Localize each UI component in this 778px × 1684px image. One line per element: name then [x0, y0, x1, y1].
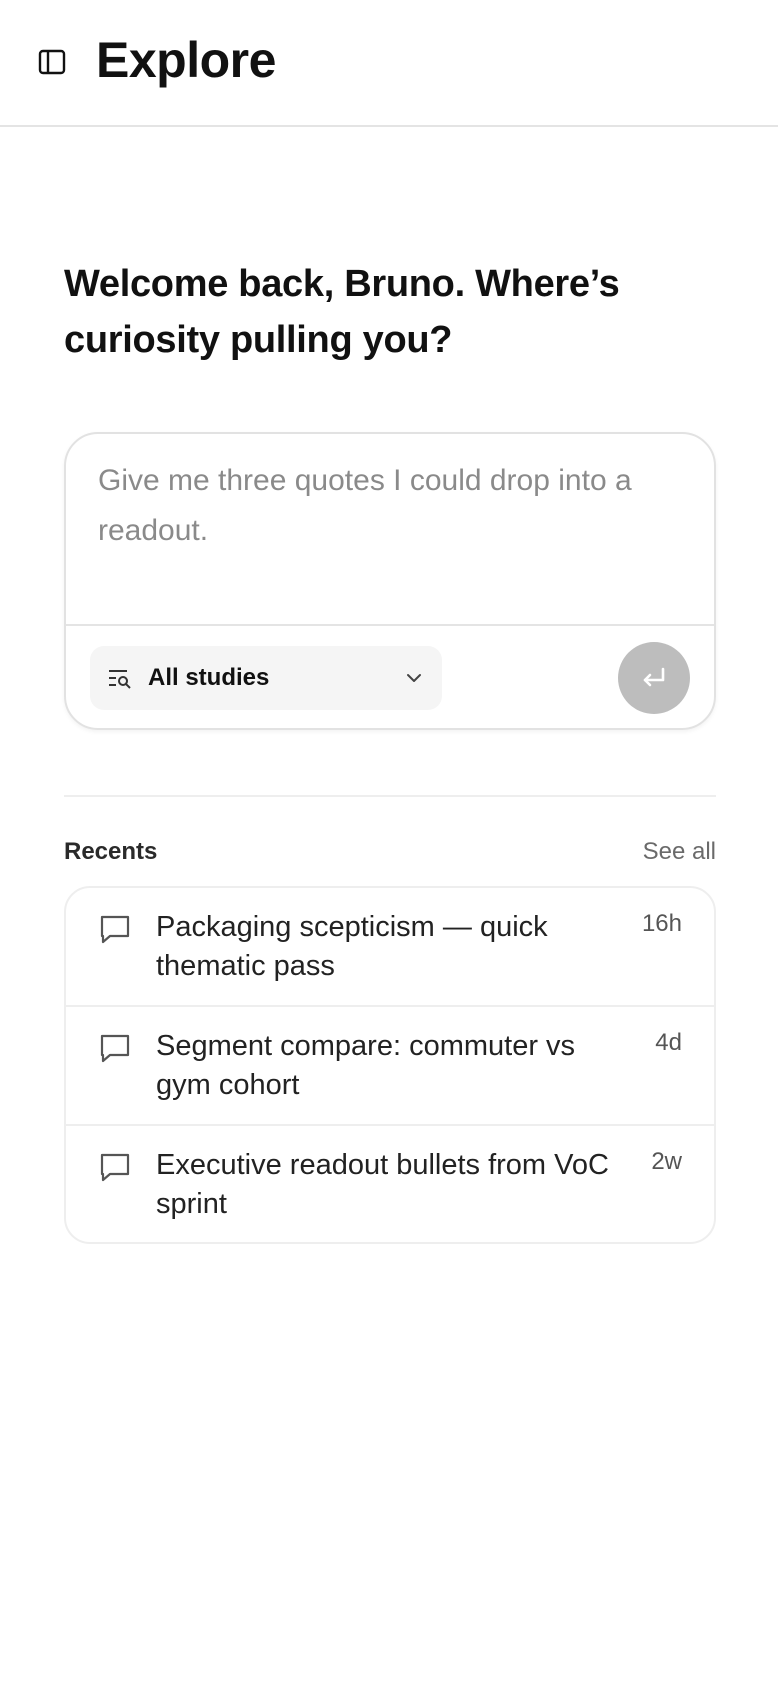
chat-bubble-icon — [100, 1153, 130, 1182]
sidebar-toggle-button[interactable] — [34, 44, 70, 80]
prompt-input[interactable] — [66, 434, 714, 624]
chat-bubble-icon — [100, 915, 130, 944]
recent-item-title: Executive readout bullets from VoC sprin… — [156, 1149, 609, 1220]
recent-item-time: 16h — [641, 910, 682, 937]
welcome-heading: Welcome back, Bruno. Where’s curiosity p… — [64, 256, 724, 368]
recent-item[interactable]: Segment compare: commuter vs gym cohort … — [66, 1007, 714, 1126]
recent-item[interactable]: Executive readout bullets from VoC sprin… — [66, 1126, 714, 1242]
study-filter-select[interactable]: All studies — [90, 646, 442, 710]
recent-item-time: 2w — [651, 1148, 682, 1175]
recent-item-title: Packaging scepticism — quick thematic pa… — [156, 911, 548, 982]
see-all-link[interactable]: See all — [643, 838, 716, 866]
study-filter-label: All studies — [148, 664, 270, 691]
send-button[interactable] — [618, 642, 690, 714]
welcome-line-1: Welcome back, Bruno. Where’s — [64, 263, 620, 305]
prompt-composer: All studies — [64, 432, 716, 730]
recents-heading: Recents — [64, 838, 158, 865]
chat-bubble-icon — [100, 1034, 130, 1063]
chevron-down-icon — [402, 666, 426, 690]
section-divider — [64, 795, 716, 797]
composer-divider — [66, 624, 714, 626]
page-title: Explore — [96, 32, 276, 88]
recents-list: Packaging scepticism — quick thematic pa… — [64, 886, 716, 1244]
sidebar-panel-icon — [38, 49, 66, 75]
enter-arrow-icon — [643, 667, 665, 687]
recent-item[interactable]: Packaging scepticism — quick thematic pa… — [66, 888, 714, 1007]
recent-item-title: Segment compare: commuter vs gym cohort — [156, 1030, 576, 1101]
filter-search-icon — [106, 664, 134, 692]
app-header: Explore — [0, 0, 778, 127]
recent-item-time: 4d — [655, 1029, 682, 1056]
welcome-line-2: curiosity pulling you? — [64, 319, 453, 361]
